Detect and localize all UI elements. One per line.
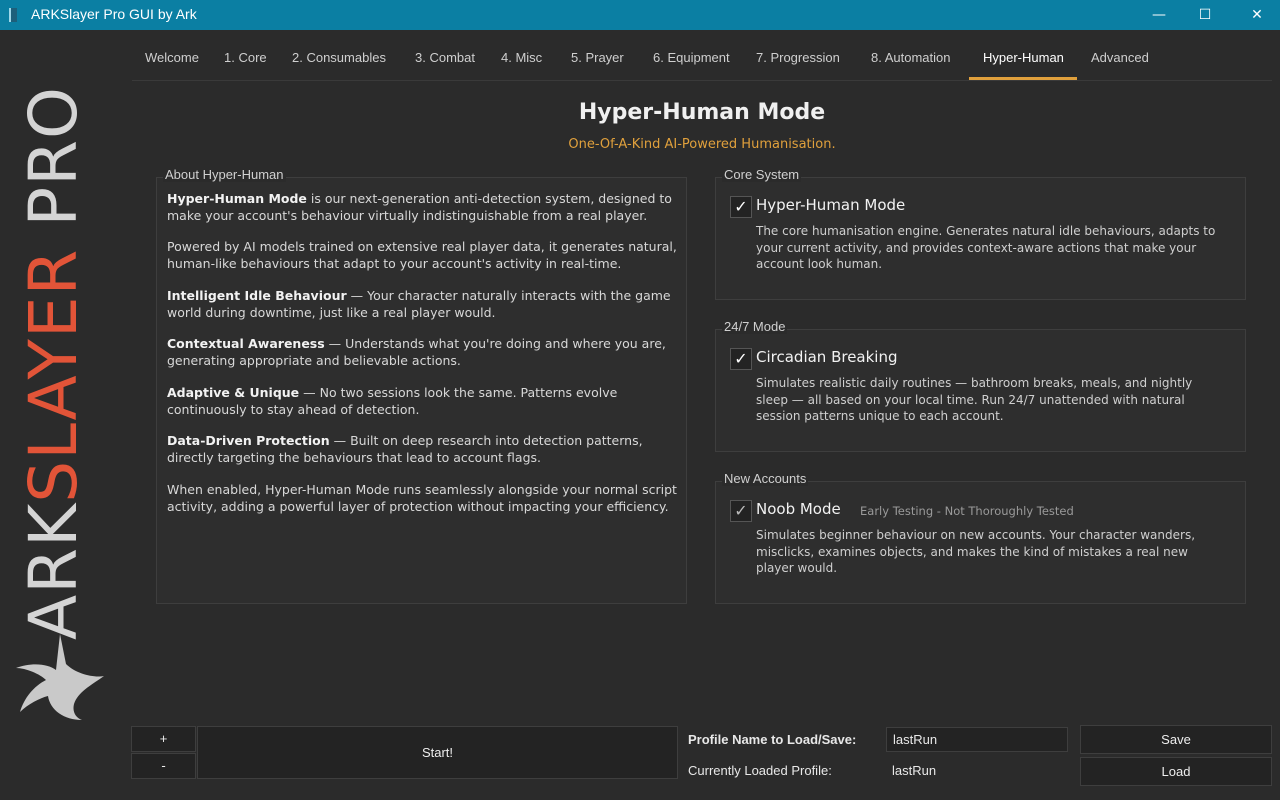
- core-system-group: Core System ✓ Hyper-Human Mode The core …: [715, 167, 1246, 300]
- app-icon: [9, 8, 17, 22]
- noob-mode-description: Simulates beginner behaviour on new acco…: [756, 528, 1196, 575]
- logo-prefix: ARK: [15, 502, 92, 640]
- noob-mode-label[interactable]: Noob Mode: [756, 500, 841, 518]
- about-paragraph-3: Intelligent Idle Behaviour — Your charac…: [167, 288, 677, 321]
- about-p6-bold: Data-Driven Protection: [167, 433, 330, 448]
- about-paragraph-4: Contextual Awareness — Understands what …: [167, 336, 677, 369]
- noob-mode-testing-tag: Early Testing - Not Thoroughly Tested: [860, 504, 1074, 518]
- tab-welcome[interactable]: Welcome: [145, 50, 199, 65]
- active-tab-indicator: [969, 77, 1077, 80]
- about-p1-bold: Hyper-Human Mode: [167, 191, 307, 206]
- tab-automation[interactable]: 8. Automation: [871, 50, 951, 65]
- new-accounts-group: New Accounts ✓ Noob Mode Early Testing -…: [715, 471, 1246, 604]
- logo-accent: SLAYER: [15, 248, 92, 503]
- start-button[interactable]: Start!: [197, 726, 678, 779]
- about-p5-bold: Adaptive & Unique: [167, 385, 300, 400]
- about-paragraph-2: Powered by AI models trained on extensiv…: [167, 239, 677, 272]
- circadian-breaking-description: Simulates realistic daily routines — bat…: [756, 376, 1193, 423]
- tab-misc[interactable]: 4. Misc: [501, 50, 542, 65]
- circadian-breaking-checkbox[interactable]: ✓: [730, 348, 752, 370]
- hyper-human-mode-checkbox[interactable]: ✓: [730, 196, 752, 218]
- tab-combat[interactable]: 3. Combat: [415, 50, 475, 65]
- load-button[interactable]: Load: [1080, 757, 1272, 786]
- circadian-breaking-label[interactable]: Circadian Breaking: [756, 348, 898, 366]
- page-title: Hyper-Human Mode: [578, 100, 826, 125]
- about-p7-text: When enabled, Hyper-Human Mode runs seam…: [167, 482, 677, 514]
- remove-profile-button[interactable]: -: [131, 753, 196, 779]
- tab-bar: Welcome 1. Core 2. Consumables 3. Combat…: [132, 44, 1272, 81]
- about-paragraph-1: Hyper-Human Mode is our next-generation …: [167, 191, 677, 224]
- logo-suffix: PRO: [15, 86, 92, 249]
- save-button[interactable]: Save: [1080, 725, 1272, 754]
- profile-name-label: Profile Name to Load/Save:: [688, 732, 857, 747]
- tab-advanced[interactable]: Advanced: [1091, 50, 1149, 65]
- add-profile-button[interactable]: +: [131, 726, 196, 752]
- mode-247-group: 24/7 Mode ✓ Circadian Breaking Simulates…: [715, 319, 1246, 452]
- hyper-human-mode-label[interactable]: Hyper-Human Mode: [756, 196, 905, 214]
- loaded-profile-value: lastRun: [892, 763, 937, 778]
- maximize-button[interactable]: ☐: [1182, 0, 1228, 30]
- tab-prayer[interactable]: 5. Prayer: [571, 50, 624, 65]
- close-button[interactable]: ✕: [1234, 0, 1280, 30]
- about-p2-text: Powered by AI models trained on extensiv…: [167, 239, 677, 271]
- tab-consumables[interactable]: 2. Consumables: [292, 50, 386, 65]
- sidebar: ARKSLAYER PRO: [0, 30, 122, 800]
- hyper-human-mode-description: The core humanisation engine. Generates …: [756, 224, 1216, 271]
- about-group: About Hyper-Human Hyper-Human Mode is ou…: [156, 167, 687, 604]
- about-p4-bold: Contextual Awareness: [167, 336, 325, 351]
- about-p3-bold: Intelligent Idle Behaviour: [167, 288, 347, 303]
- title-bar: ARKSlayer Pro GUI by Ark — ☐ ✕: [0, 0, 1280, 30]
- tab-progression[interactable]: 7. Progression: [756, 50, 840, 65]
- tab-equipment[interactable]: 6. Equipment: [653, 50, 730, 65]
- page-subtitle: One-Of-A-Kind AI-Powered Humanisation.: [568, 137, 836, 152]
- loaded-profile-label: Currently Loaded Profile:: [688, 763, 832, 778]
- logo-wordmark: ARKSLAYER PRO: [15, 86, 95, 640]
- tab-core[interactable]: 1. Core: [224, 50, 267, 65]
- tab-hyper-human[interactable]: Hyper-Human: [983, 50, 1064, 65]
- about-paragraph-6: Data-Driven Protection — Built on deep r…: [167, 433, 677, 466]
- logo-mark-icon: [16, 634, 104, 720]
- window-title: ARKSlayer Pro GUI by Ark: [31, 6, 197, 22]
- noob-mode-checkbox[interactable]: ✓: [730, 500, 752, 522]
- mode-247-heading: 24/7 Mode: [722, 319, 788, 334]
- about-heading: About Hyper-Human: [163, 167, 286, 182]
- about-paragraph-7: When enabled, Hyper-Human Mode runs seam…: [167, 482, 677, 515]
- new-accounts-heading: New Accounts: [722, 471, 809, 486]
- profile-name-input[interactable]: lastRun: [886, 727, 1068, 752]
- about-paragraph-5: Adaptive & Unique — No two sessions look…: [167, 385, 677, 418]
- core-system-heading: Core System: [722, 167, 802, 182]
- minimize-button[interactable]: —: [1136, 0, 1182, 30]
